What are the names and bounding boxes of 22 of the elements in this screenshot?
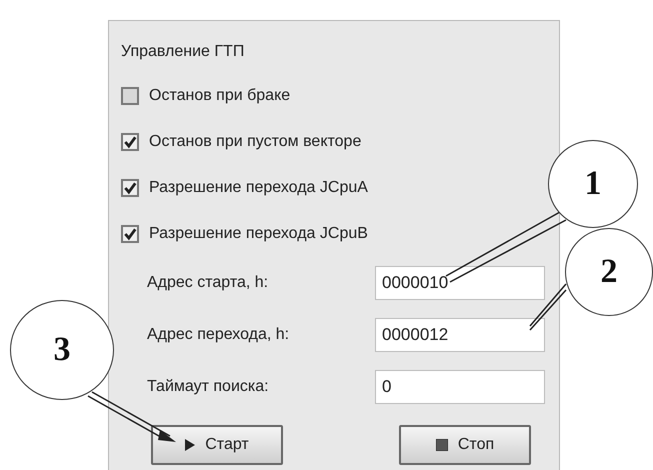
button[interactable]: Старт bbox=[151, 425, 283, 465]
callout-number: 3 bbox=[10, 300, 114, 400]
checkbox[interactable] bbox=[121, 179, 139, 197]
checkbox[interactable] bbox=[121, 225, 139, 243]
checkbox-label: Останов при браке bbox=[149, 87, 290, 105]
input-field[interactable]: 0000012 bbox=[375, 318, 545, 352]
field-label: Таймаут поиска: bbox=[147, 378, 270, 396]
stop-icon bbox=[436, 439, 448, 451]
input-field[interactable]: 0000010 bbox=[375, 266, 545, 300]
checkbox-label: Разрешение перехода JCpuA bbox=[149, 179, 368, 197]
checkbox-label: Останов при пустом векторе bbox=[149, 133, 362, 151]
field-label: Адрес перехода, h: bbox=[147, 326, 290, 344]
button[interactable]: Стоп bbox=[399, 425, 531, 465]
checkbox[interactable] bbox=[121, 87, 139, 105]
field-label: Адрес старта, h: bbox=[147, 274, 270, 292]
group-title: Управление ГТП bbox=[121, 43, 246, 61]
input-field[interactable]: 0 bbox=[375, 370, 545, 404]
play-icon bbox=[185, 439, 196, 451]
checkbox-label: Разрешение перехода JCpuB bbox=[149, 225, 368, 243]
checkbox[interactable] bbox=[121, 133, 139, 151]
callout-number: 1 bbox=[548, 140, 638, 228]
callout-number: 2 bbox=[565, 228, 653, 316]
